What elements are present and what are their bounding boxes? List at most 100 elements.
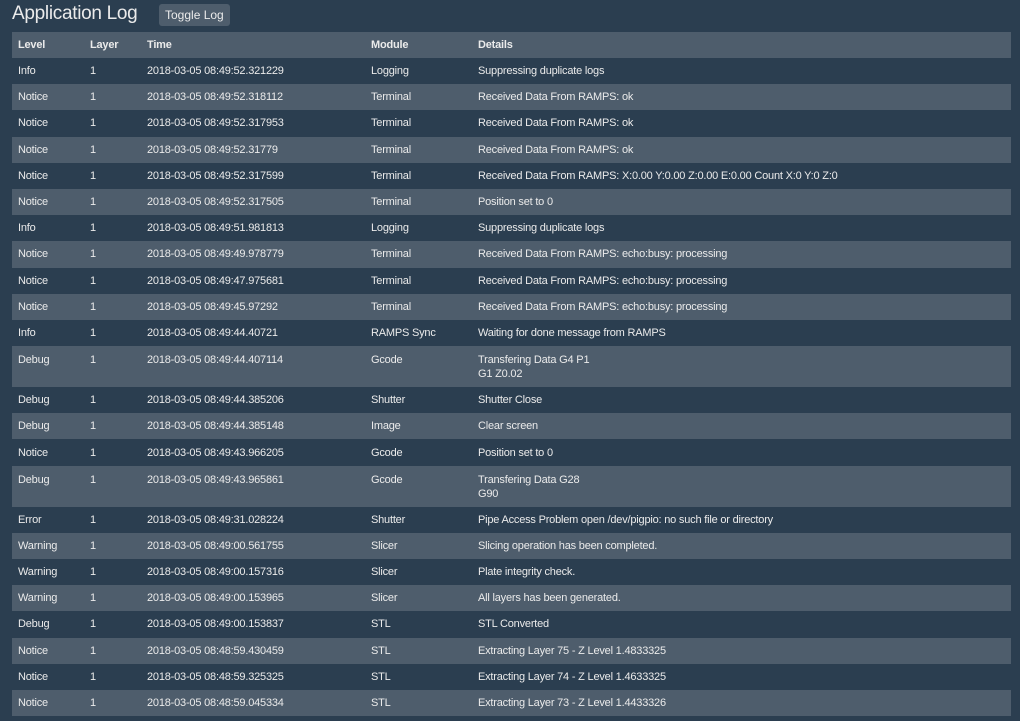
log-row: Notice 1 2018-03-05 08:48:59.430459 STL Extr… (12, 637, 1011, 664)
log-details-line: Received Data From RAMPS: ok (478, 117, 634, 130)
log-details-cell: Position set to 0 (472, 439, 1011, 465)
log-details-line: Plate integrity check. (478, 566, 576, 579)
log-details-cell: Transfering Data G4 P1 G1 Z0.02 (472, 346, 1011, 387)
log-time-cell: 2018-03-05 08:49:49.978779 (147, 248, 284, 261)
log-layer-cell: 1 (90, 326, 96, 339)
log-row: Debug 1 2018-03-05 08:49:00.153837 STL STL C… (12, 611, 1011, 638)
log-level-cell: Notice (18, 697, 48, 710)
log-time-cell: 2018-03-05 08:49:44.40721 (147, 326, 278, 339)
log-level-cell: Debug (18, 618, 50, 631)
log-details-line: Received Data From RAMPS: echo:busy: pro… (478, 274, 728, 287)
log-time-cell: 2018-03-05 08:49:43.965861 (147, 473, 284, 486)
log-layer-cell: 1 (90, 91, 96, 104)
log-details-line: Extracting Layer 75 - Z Level 1.4833325 (478, 644, 666, 657)
log-time-cell: 2018-03-05 08:49:44.385148 (147, 420, 284, 433)
toggle-log-button[interactable]: Toggle Log (159, 4, 230, 26)
log-details-cell: Clear screen (472, 413, 1011, 439)
log-details-cell: Received Data From RAMPS: echo:busy: pro… (472, 268, 1011, 294)
log-details-line: Pipe Access Problem open /dev/pigpio: no… (478, 513, 773, 526)
log-time-cell: 2018-03-05 08:49:00.153837 (147, 618, 284, 631)
column-header-module: Module (365, 32, 472, 58)
log-time-cell: 2018-03-05 08:49:45.97292 (147, 300, 278, 313)
log-row: Debug 1 2018-03-05 08:49:44.385206 Shutter S… (12, 387, 1011, 414)
log-time-cell: 2018-03-05 08:49:52.31779 (147, 143, 278, 156)
log-layer-cell: 1 (90, 300, 96, 313)
column-header-level: Level (12, 32, 84, 58)
log-details-cell: STL Converted (472, 611, 1011, 637)
log-level-cell: Warning (18, 539, 58, 552)
log-details-cell: Received Data From RAMPS: echo:busy: pro… (472, 241, 1011, 267)
log-module-cell: Terminal (371, 143, 411, 156)
log-level-cell: Warning (18, 566, 58, 579)
log-row: Debug 1 2018-03-05 08:49:44.407114 Gcode Tra… (12, 346, 1011, 388)
log-time-cell: 2018-03-05 08:49:52.318112 (147, 91, 283, 104)
log-details-cell: Received Data From RAMPS: ok (472, 137, 1011, 163)
log-details-cell: Received Data From RAMPS: echo:busy: pro… (472, 294, 1011, 320)
log-details-cell: Slicing operation has been completed. (472, 533, 1011, 559)
log-details-line: Position set to 0 (478, 446, 553, 459)
log-details-line: Received Data From RAMPS: X:0.00 Y:0.00 … (478, 169, 838, 182)
log-row: Warning 1 2018-03-05 08:49:00.153965 Slicer… (12, 585, 1011, 612)
log-details-line: Waiting for done message from RAMPS (478, 326, 666, 339)
log-module-cell: Logging (371, 222, 409, 235)
log-level-cell: Debug (18, 354, 50, 367)
log-row: Notice 1 2018-03-05 08:49:47.975681 Termina… (12, 267, 1011, 294)
log-layer-cell: 1 (90, 446, 96, 459)
log-time-cell: 2018-03-05 08:49:31.028224 (147, 513, 284, 526)
log-row: Notice 1 2018-03-05 08:48:59.045334 STL Extr… (12, 689, 1011, 717)
log-layer-cell: 1 (90, 618, 96, 631)
log-table: Level Layer Time Module Details Info 1 201… (12, 32, 1011, 717)
log-layer-cell: 1 (90, 117, 96, 130)
log-module-cell: RAMPS Sync (371, 326, 436, 339)
log-level-cell: Notice (18, 91, 48, 104)
log-module-cell: Logging (371, 65, 409, 78)
log-level-cell: Notice (18, 196, 48, 209)
log-row: Notice 1 2018-03-05 08:49:45.97292 Terminal… (12, 293, 1011, 320)
log-details-line: Received Data From RAMPS: echo:busy: pro… (478, 248, 728, 261)
log-details-cell: Extracting Layer 73 - Z Level 1.4433326 (472, 690, 1011, 716)
log-time-cell: 2018-03-05 08:49:52.317505 (147, 196, 284, 209)
log-module-cell: Gcode (371, 354, 403, 367)
log-layer-cell: 1 (90, 473, 96, 486)
log-level-cell: Notice (18, 143, 48, 156)
log-row: Notice 1 2018-03-05 08:49:49.978779 Termina… (12, 241, 1011, 268)
log-module-cell: Shutter (371, 394, 406, 407)
log-module-cell: STL (371, 670, 391, 683)
log-details-line: Transfering Data G28 (478, 473, 580, 486)
log-level-cell: Debug (18, 420, 50, 433)
log-module-cell: Terminal (371, 196, 411, 209)
log-details-cell: Shutter Close (472, 387, 1011, 413)
log-time-cell: 2018-03-05 08:49:00.153965 (147, 592, 284, 605)
log-level-cell: Notice (18, 670, 48, 683)
log-level-cell: Notice (18, 117, 48, 130)
column-header-details: Details (472, 32, 1011, 58)
log-module-cell: Image (371, 420, 401, 433)
log-layer-cell: 1 (90, 566, 96, 579)
log-module-cell: Terminal (371, 91, 411, 104)
log-time-cell: 2018-03-05 08:49:52.317953 (147, 117, 284, 130)
log-level-cell: Notice (18, 274, 48, 287)
log-layer-cell: 1 (90, 222, 96, 235)
log-level-cell: Notice (18, 446, 48, 459)
log-row: Notice 1 2018-03-05 08:48:59.325325 STL Extr… (12, 663, 1011, 690)
log-row: Info 1 2018-03-05 08:49:52.321229 Logging Su… (12, 58, 1011, 85)
log-details-line: Received Data From RAMPS: ok (478, 91, 634, 104)
log-level-cell: Notice (18, 644, 48, 657)
log-module-cell: STL (371, 618, 391, 631)
log-module-cell: STL (371, 644, 391, 657)
log-details-line: STL Converted (478, 618, 549, 631)
log-time-cell: 2018-03-05 08:48:59.430459 (147, 644, 284, 657)
log-layer-cell: 1 (90, 592, 96, 605)
log-time-cell: 2018-03-05 08:49:00.157316 (147, 566, 284, 579)
log-layer-cell: 1 (90, 420, 96, 433)
log-module-cell: STL (371, 697, 391, 710)
log-details-line: Extracting Layer 74 - Z Level 1.4633325 (478, 670, 666, 683)
log-row: Notice 1 2018-03-05 08:49:52.317599 Termina… (12, 162, 1011, 189)
header-row: Level Layer Time Module Details (12, 32, 1011, 58)
log-row: Warning 1 2018-03-05 08:49:00.157316 Slicer… (12, 559, 1011, 586)
log-table-body: Info 1 2018-03-05 08:49:52.321229 Logging Su… (12, 58, 1011, 717)
log-details-cell: Suppressing duplicate logs (472, 215, 1011, 241)
log-layer-cell: 1 (90, 169, 96, 182)
page-title: Application Log (12, 3, 138, 24)
log-details-cell: Received Data From RAMPS: X:0.00 Y:0.00 … (472, 163, 1011, 189)
